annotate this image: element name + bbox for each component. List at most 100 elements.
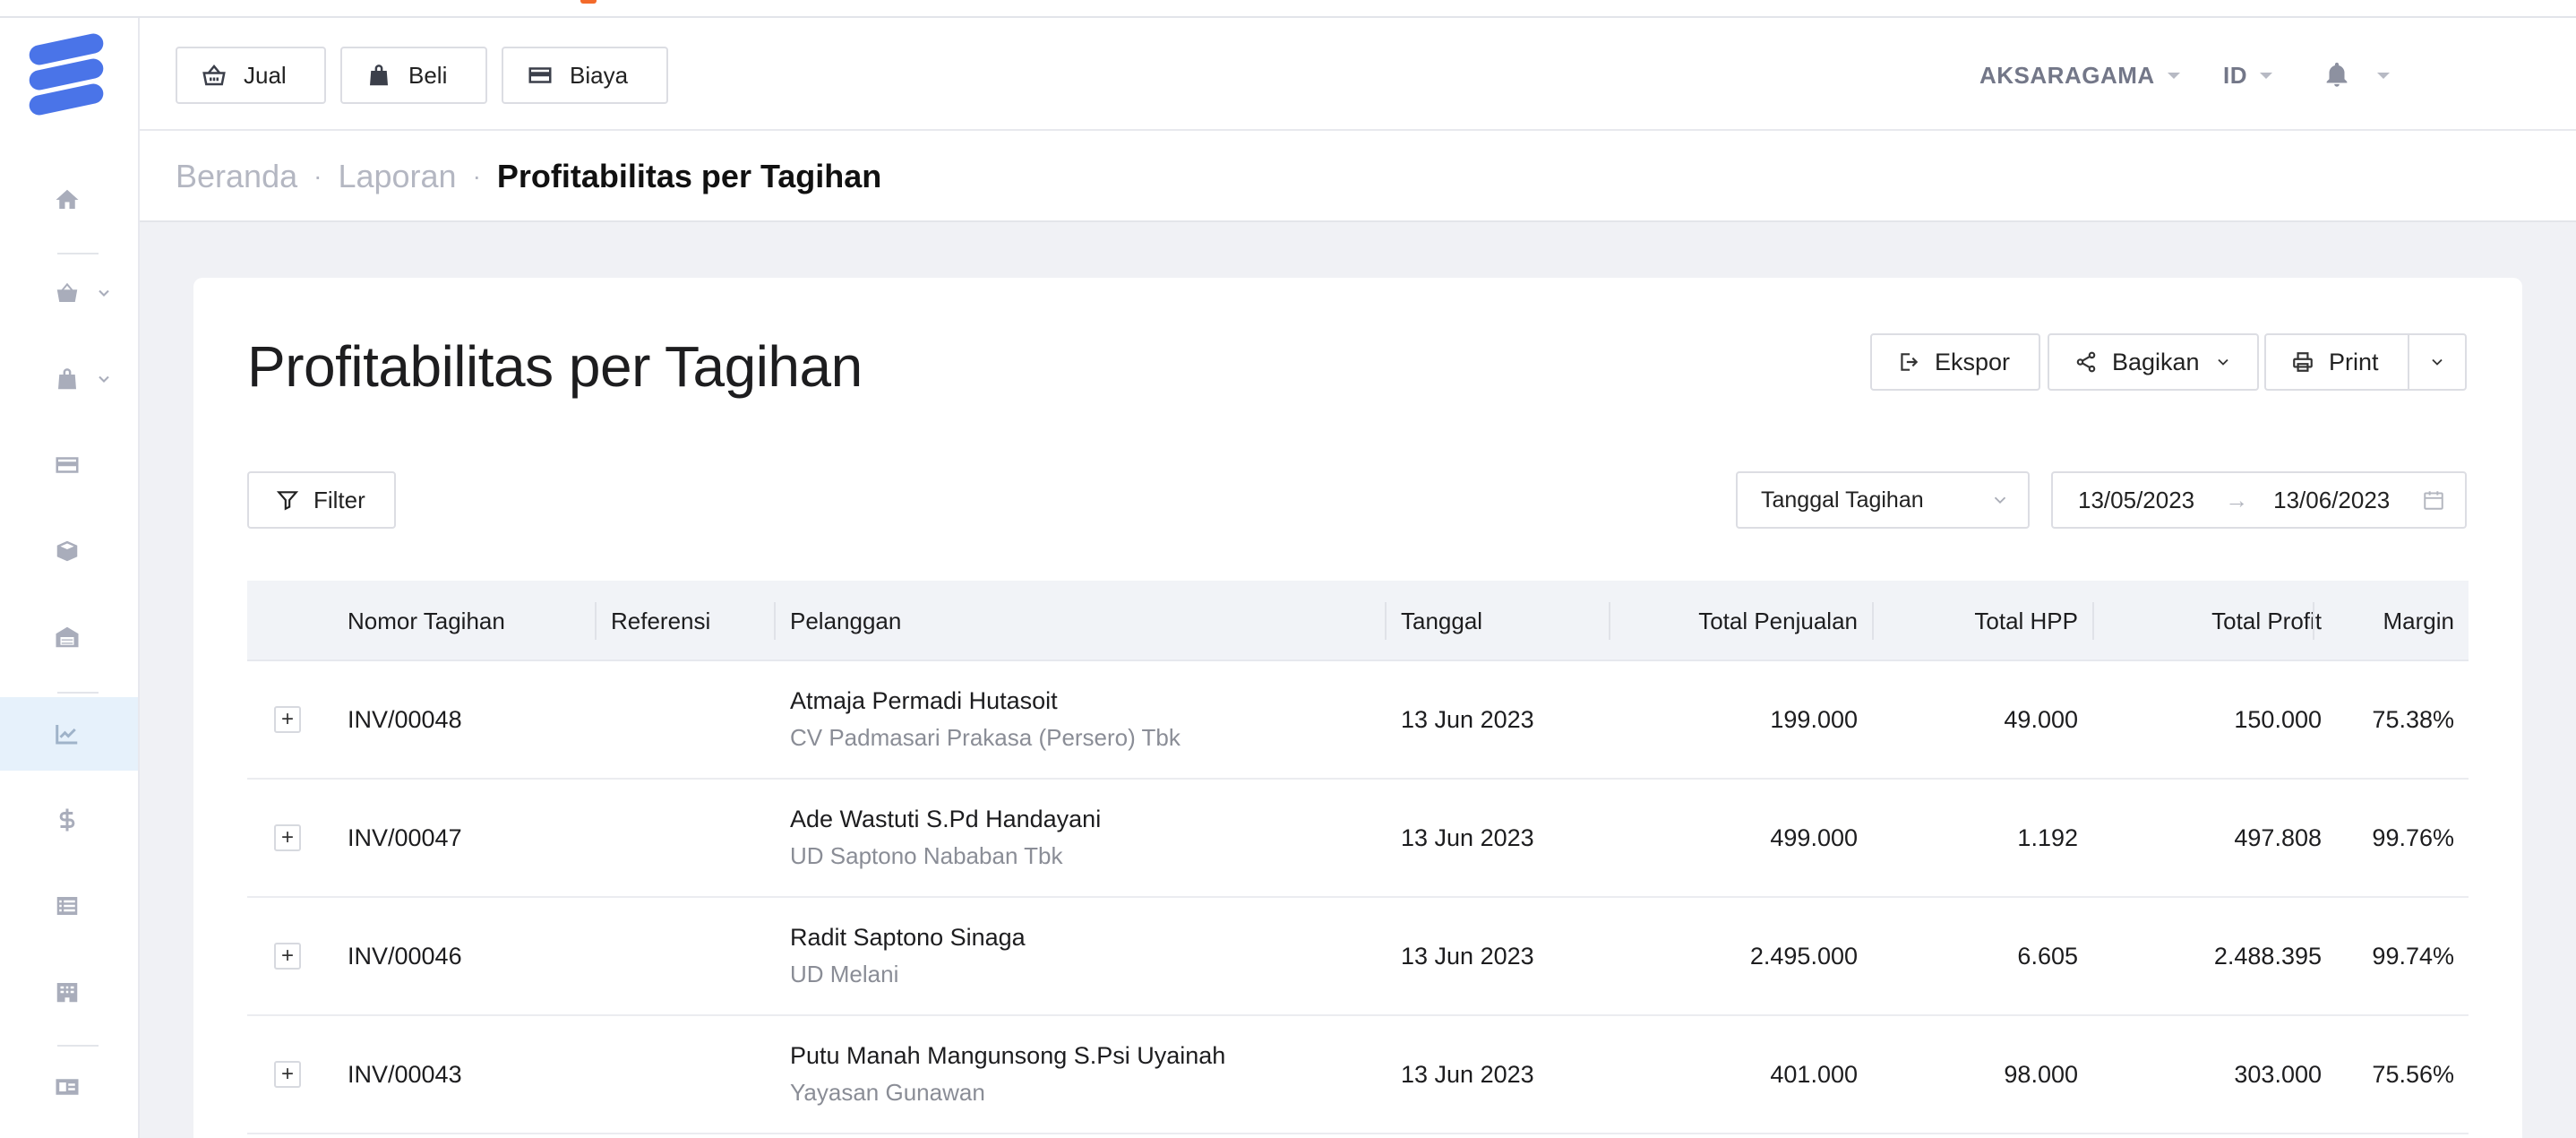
margin: 75.38% (2372, 705, 2454, 733)
sidebar-divider (57, 692, 99, 694)
chart-icon (56, 725, 78, 745)
quick-buy-button[interactable]: Beli (340, 47, 487, 104)
breadcrumb: Beranda · Laporan · Profitabilitas per T… (176, 158, 881, 195)
sidebar-divider (57, 253, 99, 254)
invoice-number[interactable]: INV/00046 (348, 898, 462, 1014)
sidebar-item-expenses[interactable] (0, 428, 138, 502)
invoice-date: 13 Jun 2023 (1401, 1060, 1534, 1088)
expand-row-button[interactable]: + (274, 943, 301, 970)
quick-expense-button[interactable]: Biaya (502, 47, 668, 104)
chevron-down-icon (2217, 358, 2228, 366)
bell-icon (2326, 62, 2348, 87)
table-row[interactable]: + INV/00047 Ade Wastuti S.Pd Handayani U… (247, 780, 2469, 898)
notifications-button[interactable] (2322, 56, 2390, 95)
customer-name[interactable]: Radit Saptono Sinaga (790, 924, 1026, 952)
chevron-down-icon (1994, 496, 2006, 504)
warehouse-icon (56, 626, 79, 648)
column-header-total-cogs[interactable]: Total HPP (1872, 581, 2078, 661)
company-switcher[interactable]: AKSARAGAMA (1979, 56, 2180, 95)
date-type-select[interactable]: Tanggal Tagihan (1736, 471, 2030, 529)
total-profit: 303.000 (2234, 1060, 2322, 1088)
breadcrumb-current: Profitabilitas per Tagihan (496, 158, 882, 194)
total-profit: 2.488.395 (2213, 942, 2322, 970)
column-header-customer[interactable]: Pelanggan (790, 581, 901, 661)
total-cogs: 49.000 (2004, 705, 2078, 733)
box-icon (56, 540, 78, 562)
expand-row-button[interactable]: + (274, 1061, 301, 1088)
column-header-total-sales[interactable]: Total Penjualan (1609, 581, 1858, 661)
total-cogs: 1.192 (2017, 823, 2078, 851)
print-label: Print (2329, 348, 2379, 375)
quick-expense-label: Biaya (570, 61, 629, 89)
sidebar-item-reports[interactable] (0, 697, 138, 771)
chevron-down-icon (2260, 72, 2272, 79)
invoice-number[interactable]: INV/00047 (348, 780, 462, 896)
home-icon (56, 189, 79, 209)
total-sales: 401.000 (1770, 1060, 1858, 1088)
margin: 99.74% (2372, 942, 2454, 970)
sidebar-item-accounts[interactable] (0, 869, 138, 943)
quick-sell-button[interactable]: Jual (176, 47, 326, 104)
sidebar (0, 18, 140, 1138)
column-header-reference[interactable]: Referensi (611, 581, 710, 661)
customer-name[interactable]: Atmaja Permadi Hutasoit (790, 687, 1058, 715)
calendar-icon (2424, 491, 2443, 510)
top-bar-line (0, 0, 2576, 18)
total-sales: 199.000 (1770, 705, 1858, 733)
invoice-date: 13 Jun 2023 (1401, 705, 1534, 733)
share-icon (2076, 351, 2096, 373)
column-header-total-profit[interactable]: Total Profit (2092, 581, 2322, 661)
language-switcher[interactable]: ID (2223, 56, 2272, 95)
sidebar-item-cash-bank[interactable] (0, 783, 138, 857)
column-header-margin[interactable]: Margin (2313, 581, 2454, 661)
invoice-number[interactable]: INV/00043 (348, 1016, 462, 1133)
card-icon (56, 457, 79, 473)
id-card-icon (56, 1079, 79, 1095)
sidebar-item-assets[interactable] (0, 600, 138, 674)
share-button[interactable]: Bagikan (2048, 333, 2259, 391)
sidebar-item-company[interactable] (0, 955, 138, 1029)
date-to-input[interactable]: 13/06/2023 (2273, 487, 2390, 514)
breadcrumb-home[interactable]: Beranda (176, 158, 297, 195)
bag-icon (58, 368, 76, 390)
breadcrumb-separator: · (472, 162, 481, 190)
total-profit: 497.808 (2234, 823, 2322, 851)
sidebar-item-contacts[interactable] (0, 1050, 138, 1124)
sidebar-item-sales[interactable] (0, 256, 138, 330)
print-options-button[interactable] (2408, 333, 2467, 391)
date-from-input[interactable]: 13/05/2023 (2078, 487, 2194, 514)
table-row[interactable]: + INV/00043 Putu Manah Mangunsong S.Psi … (247, 1016, 2469, 1134)
customer-name[interactable]: Putu Manah Mangunsong S.Psi Uyainah (790, 1042, 1225, 1070)
chevron-down-icon (99, 375, 109, 383)
customer-name[interactable]: Ade Wastuti S.Pd Handayani (790, 806, 1101, 833)
sidebar-item-home[interactable] (0, 163, 138, 237)
customer-cell: Radit Saptono Sinaga UD Melani (790, 898, 1026, 1014)
app-logo[interactable] (27, 30, 106, 120)
invoice-date: 13 Jun 2023 (1401, 823, 1534, 851)
breadcrumb-reports[interactable]: Laporan (338, 158, 456, 195)
invoice-number[interactable]: INV/00048 (348, 661, 462, 778)
sidebar-item-purchases[interactable] (0, 342, 138, 416)
app-root: Jual Beli Biaya AKSARAGAMA ID Beranda · … (0, 0, 2576, 1138)
sidebar-divider (57, 1045, 99, 1047)
export-button[interactable]: Ekspor (1870, 333, 2040, 391)
expand-row-button[interactable]: + (274, 824, 301, 851)
export-label: Ekspor (1935, 348, 2011, 375)
top-accent-mark (580, 0, 597, 4)
column-header-invoice[interactable]: Nomor Tagihan (348, 581, 505, 661)
arrow-right-icon: → (2225, 486, 2249, 513)
sidebar-item-products[interactable] (0, 514, 138, 588)
table-row[interactable]: + INV/00046 Radit Saptono Sinaga UD Mela… (247, 898, 2469, 1016)
expand-row-button[interactable]: + (274, 706, 301, 733)
share-label: Bagikan (2112, 348, 2200, 375)
date-range-picker[interactable]: 13/05/2023 → 13/06/2023 (2051, 471, 2467, 529)
column-header-date[interactable]: Tanggal (1401, 581, 1482, 661)
company-name: AKSARAGAMA (1979, 61, 2155, 89)
print-button[interactable]: Print (2264, 333, 2409, 391)
table-row[interactable]: + INV/00048 Atmaja Permadi Hutasoit CV P… (247, 661, 2469, 780)
filter-label: Filter (313, 486, 365, 513)
filter-button[interactable]: Filter (247, 471, 396, 529)
dollar-icon (59, 808, 75, 832)
total-sales: 499.000 (1770, 823, 1858, 851)
breadcrumb-separator: · (313, 162, 322, 190)
